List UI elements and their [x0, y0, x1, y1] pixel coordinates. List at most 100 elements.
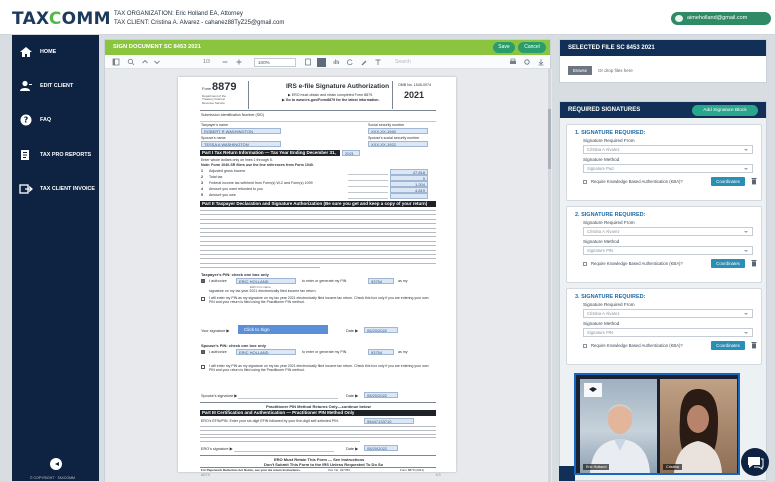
zoom-out-icon[interactable] — [221, 58, 229, 66]
pdf-viewer[interactable]: Form 8879 Department of the Treasury Int… — [105, 69, 552, 482]
declaration-text-line — [200, 245, 436, 247]
ero-date-field[interactable]: 05/20/2022 — [364, 445, 398, 451]
sidebar-toggle-icon[interactable] — [112, 58, 120, 66]
declaration-text-line — [200, 227, 436, 229]
authorize-checkbox[interactable] — [201, 279, 205, 283]
coordinates-button[interactable]: Coordinates — [711, 177, 745, 186]
taxpayer-name-field[interactable]: ROBERT R WASHINGTON — [201, 128, 281, 134]
as-my-label: as my — [398, 350, 408, 354]
svg-text:?: ? — [24, 116, 29, 125]
pin-field[interactable]: 93754 — [368, 278, 394, 284]
date-label: Date ▶ — [346, 329, 358, 333]
next-page-icon[interactable] — [153, 58, 161, 66]
collapse-sidebar-button[interactable] — [50, 458, 62, 470]
part-1-header: Part I Tax Return Information — Tax Year… — [200, 150, 340, 156]
coordinates-button[interactable]: Coordinates — [711, 259, 745, 268]
certification-text-line — [200, 433, 436, 435]
tax-line-label: Amount you want refunded to you — [209, 187, 263, 191]
tax-line-rule — [348, 174, 388, 175]
pdf-scrollbar[interactable] — [548, 69, 551, 482]
spouse-name-field[interactable]: TESSA A WASHINGTON — [201, 141, 281, 147]
ero-firm-field[interactable]: ERIC HOLLAND — [236, 278, 296, 284]
will-enter-pin-checkbox[interactable] — [201, 297, 205, 301]
trash-icon[interactable] — [751, 259, 757, 267]
zoom-in-icon[interactable] — [235, 58, 243, 66]
spouse-ero-firm-field[interactable]: ERIC HOLLAND — [236, 349, 296, 355]
signature-from-select[interactable]: Cristina A Alvarez — [583, 145, 753, 154]
chat-button[interactable] — [741, 448, 769, 476]
efin-field[interactable]: 95447133710 — [364, 418, 414, 424]
text-tool-icon[interactable] — [374, 58, 382, 66]
pin-signature-line: signature on my tax year 2021 electronic… — [209, 289, 317, 293]
signature-method-select[interactable]: Signature PIN — [583, 246, 753, 255]
download-icon[interactable] — [537, 58, 545, 66]
coordinates-button[interactable]: Coordinates — [711, 341, 745, 350]
sidebar-item-tax-client-invoice[interactable]: TAX CLIENT INVOICE — [12, 178, 99, 200]
signature-method-select[interactable]: Signature PIN — [583, 328, 753, 337]
fit-page-icon[interactable] — [304, 58, 312, 66]
print-icon[interactable] — [509, 58, 517, 66]
sidebar-item-faq[interactable]: ? FAQ — [12, 109, 99, 131]
date-field[interactable]: 05/20/2022 — [364, 327, 398, 333]
kba-checkbox[interactable] — [583, 344, 587, 348]
document-header: SIGN DOCUMENT SC 8453 2021 Save Cancel — [105, 40, 550, 55]
pen-icon[interactable] — [360, 58, 368, 66]
signature-from-select[interactable]: Cristina A Alvarez — [583, 227, 753, 236]
settings-icon[interactable] — [523, 58, 531, 66]
sidebar-item-edit-client[interactable]: EDIT CLIENT — [12, 75, 99, 97]
spouse-ssn-label: Spouse's social security number — [368, 136, 420, 140]
sidebar-item-home[interactable]: HOME — [12, 41, 99, 63]
select-tool-button[interactable] — [317, 58, 326, 67]
department-text: Department of the Treasury Internal Reve… — [202, 94, 227, 105]
tax-line-value[interactable] — [390, 192, 428, 199]
spouse-ssn-field[interactable]: XXX-XX-1922 — [368, 141, 428, 147]
signature-from-select[interactable]: Cristina A Alvarez — [583, 309, 753, 318]
signature-method-select[interactable]: Signature Pad — [583, 164, 753, 173]
kba-checkbox[interactable] — [583, 262, 587, 266]
taxpayer-pin-heading: Taxpayer's PIN: check one box only — [201, 272, 269, 277]
signature-card-title: 2. SIGNATURE REQUIRED: — [575, 212, 646, 218]
drop-zone-text[interactable]: Or drop files here — [598, 68, 633, 73]
search-input[interactable]: Search — [395, 58, 411, 66]
cancel-button[interactable]: Cancel — [518, 42, 546, 53]
trash-icon[interactable] — [751, 177, 757, 185]
invoice-icon — [19, 184, 33, 194]
search-icon[interactable] — [127, 58, 135, 66]
video-call-window[interactable]: Eric Holland Cristina — [574, 373, 740, 475]
spouse-pin-field[interactable]: 93754 — [368, 349, 394, 355]
form-rule — [200, 121, 436, 122]
page-footer-left: 8879 — [201, 472, 210, 477]
previous-page-icon[interactable] — [141, 58, 149, 66]
signature-method-label: Signature Method — [583, 239, 620, 244]
pdf-toolbar: 1/3 100% Search — [105, 55, 550, 69]
selected-file-title: SELECTED FILE SC 8453 2021 — [560, 40, 766, 56]
sidebar-item-tax-pro-reports[interactable]: TAX PRO REPORTS — [12, 144, 99, 166]
form-footer-right: Form 8879 (2021) — [400, 468, 425, 472]
tax-line-label: Total tax — [209, 175, 223, 179]
spouse-date-field[interactable]: 05/20/2022 — [364, 392, 398, 398]
zoom-select[interactable]: 100% — [254, 57, 296, 67]
video-tile-host: Eric Holland — [580, 379, 657, 473]
user-menu-button[interactable]: aimeholland@gmail.com — [671, 12, 771, 25]
save-button[interactable]: Save — [493, 42, 515, 53]
add-signature-block-button[interactable]: Add Signature Block — [692, 105, 758, 116]
client-name-label: Cristina — [663, 464, 682, 470]
taxcomm-logo[interactable]: TAXCOMM — [12, 9, 111, 29]
avatar-icon — [675, 15, 683, 22]
spouse-will-enter-checkbox[interactable] — [201, 365, 205, 369]
browse-button[interactable]: Browse — [568, 66, 592, 75]
date-label: Date ▶ — [346, 394, 358, 398]
click-to-sign-button[interactable]: Click to Sign — [238, 325, 328, 334]
hand-tool-icon[interactable] — [332, 58, 340, 66]
trash-icon[interactable] — [751, 341, 757, 349]
authorize-label: I authorize — [209, 279, 227, 283]
scrollbar-thumb[interactable] — [548, 109, 551, 169]
sidebar-item-label: EDIT CLIENT — [40, 83, 74, 89]
form-label: Form — [202, 86, 212, 91]
copyright-text: © COPYRIGHT · TAXCOMM — [30, 476, 75, 480]
tax-year-field[interactable]: 2021 — [342, 150, 360, 156]
ssn-field[interactable]: XXX-XX-1940 — [368, 128, 428, 134]
kba-checkbox[interactable] — [583, 180, 587, 184]
rotate-icon[interactable] — [346, 58, 354, 66]
spouse-authorize-checkbox[interactable] — [201, 350, 205, 354]
